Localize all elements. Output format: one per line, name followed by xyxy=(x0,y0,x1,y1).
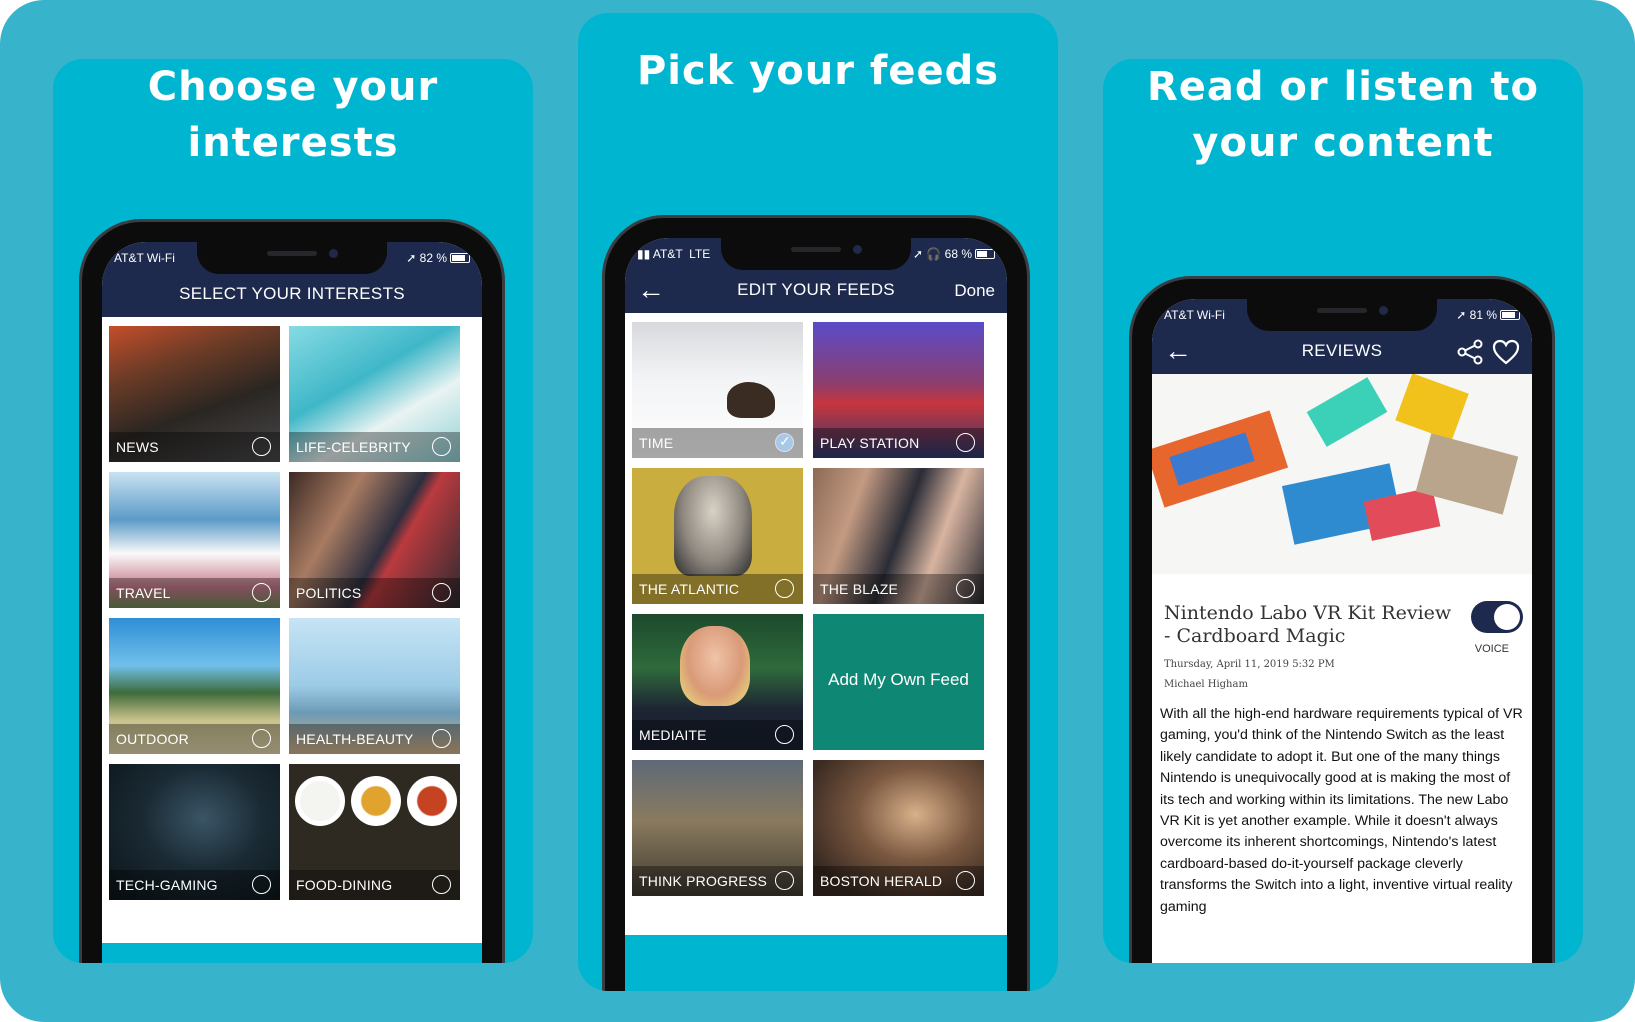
select-radio[interactable] xyxy=(775,871,794,890)
feed-tile-time[interactable]: TIME xyxy=(632,322,803,458)
select-radio[interactable] xyxy=(775,579,794,598)
select-radio[interactable] xyxy=(252,437,271,456)
panel-title-line-1: Pick your feeds xyxy=(636,48,1000,94)
battery-icon xyxy=(975,249,995,259)
phone-frame: AT&T Wi-Fi ➚ 82 % SELECT YOUR INTERESTS … xyxy=(79,219,505,963)
screen-bottom xyxy=(625,935,1007,991)
select-radio[interactable] xyxy=(252,875,271,894)
battery-status: ➚ 82 % xyxy=(406,251,470,265)
interest-tile-politics[interactable]: POLITICS xyxy=(289,472,460,608)
battery-icon xyxy=(1500,310,1520,320)
feed-tile-mediaite[interactable]: MEDIAITE xyxy=(632,614,803,750)
article-title: Nintendo Labo VR Kit Review - Cardboard … xyxy=(1164,602,1452,647)
select-radio[interactable] xyxy=(956,871,975,890)
select-radio[interactable] xyxy=(252,729,271,748)
favorite-heart-icon[interactable] xyxy=(1492,339,1520,365)
share-icon[interactable] xyxy=(1456,339,1484,365)
interest-tile-tech-gaming[interactable]: TECH-GAMING xyxy=(109,764,280,900)
select-radio[interactable] xyxy=(252,583,271,602)
tile-label: THE BLAZE xyxy=(820,581,899,597)
nav-bar: ← EDIT YOUR FEEDS Done xyxy=(625,268,1007,313)
battery-status: ➚ 🎧 68 % xyxy=(913,247,995,261)
add-own-feed-button[interactable]: Add My Own Feed xyxy=(813,614,984,750)
promo-panel-read-listen: Read or listen to your content AT&T Wi-F… xyxy=(1103,59,1583,963)
interest-tile-life-celebrity[interactable]: LIFE-CELEBRITY xyxy=(289,326,460,462)
article-date: Thursday, April 11, 2019 5:32 PM xyxy=(1164,659,1335,670)
tile-label: THINK PROGRESS xyxy=(639,873,768,889)
panel-title-line-1: Read or listen to xyxy=(1146,64,1540,110)
nav-bar: SELECT YOUR INTERESTS xyxy=(102,272,482,317)
panel-title-line-2: your content xyxy=(1192,120,1494,166)
tile-label: POLITICS xyxy=(296,585,362,601)
phone-screen: AT&T Wi-Fi ➚ 81 % ← REVIEWS Nintendo Lab… xyxy=(1152,299,1532,963)
article-hero-image xyxy=(1152,374,1532,574)
notch xyxy=(197,242,387,274)
select-radio[interactable] xyxy=(775,725,794,744)
screen-bottom xyxy=(102,943,482,963)
tile-label: TRAVEL xyxy=(116,585,171,601)
battery-status: ➚ 81 % xyxy=(1456,308,1520,322)
battery-icon xyxy=(450,253,470,263)
phone-frame: AT&T Wi-Fi ➚ 81 % ← REVIEWS Nintendo Lab… xyxy=(1129,276,1555,963)
tile-label: NEWS xyxy=(116,439,159,455)
feed-tile-think-progress[interactable]: THINK PROGRESS xyxy=(632,760,803,896)
done-button[interactable]: Done xyxy=(954,281,995,301)
article-body: With all the high-end hardware requireme… xyxy=(1160,706,1523,915)
carrier-label: AT&T Wi-Fi xyxy=(114,251,175,265)
feed-tile-boston-herald[interactable]: BOSTON HERALD xyxy=(813,760,984,896)
notch xyxy=(721,238,911,270)
article-author: Michael Higham xyxy=(1164,679,1248,690)
tile-label: TIME xyxy=(639,435,674,451)
app-store-promo-canvas: Choose your interests AT&T Wi-Fi ➚ 82 % … xyxy=(0,0,1635,1022)
phone-frame: ▮▮ AT&T LTE ➚ 🎧 68 % ← EDIT YOUR FEEDS D… xyxy=(602,215,1030,991)
interest-tile-health-beauty[interactable]: HEALTH-BEAUTY xyxy=(289,618,460,754)
carrier-label: AT&T Wi-Fi xyxy=(1164,308,1225,322)
feed-tile-the-atlantic[interactable]: THE ATLANTIC xyxy=(632,468,803,604)
interest-tile-news[interactable]: NEWS xyxy=(109,326,280,462)
tile-label: FOOD-DINING xyxy=(296,877,393,893)
interest-tile-outdoor[interactable]: OUTDOOR xyxy=(109,618,280,754)
panel-title: Pick your feeds xyxy=(578,43,1058,99)
nav-title: SELECT YOUR INTERESTS xyxy=(179,284,405,303)
tile-label: PLAY STATION xyxy=(820,435,920,451)
phone-screen: AT&T Wi-Fi ➚ 82 % SELECT YOUR INTERESTS … xyxy=(102,242,482,963)
interest-tile-travel[interactable]: TRAVEL xyxy=(109,472,280,608)
tile-label: LIFE-CELEBRITY xyxy=(296,439,411,455)
promo-panel-interests: Choose your interests AT&T Wi-Fi ➚ 82 % … xyxy=(53,59,533,963)
select-radio[interactable] xyxy=(432,875,451,894)
carrier-label: ▮▮ AT&T LTE xyxy=(637,247,711,261)
panel-title: Choose your interests xyxy=(53,59,533,171)
notch xyxy=(1247,299,1437,331)
nav-title: EDIT YOUR FEEDS xyxy=(737,280,895,299)
feed-tile-play-station[interactable]: PLAY STATION xyxy=(813,322,984,458)
tile-label: OUTDOOR xyxy=(116,731,189,747)
nav-bar: ← REVIEWS xyxy=(1152,329,1532,374)
phone-screen: ▮▮ AT&T LTE ➚ 🎧 68 % ← EDIT YOUR FEEDS D… xyxy=(625,238,1007,991)
promo-panel-feeds: Pick your feeds ▮▮ AT&T LTE ➚ 🎧 68 % ← E… xyxy=(578,13,1058,991)
voice-label: VOICE xyxy=(1474,643,1509,655)
feed-tile-the-blaze[interactable]: THE BLAZE xyxy=(813,468,984,604)
select-radio[interactable] xyxy=(432,583,451,602)
panel-title-line-1: Choose your xyxy=(147,64,439,110)
add-feed-label: Add My Own Feed xyxy=(828,670,969,689)
tile-label: TECH-GAMING xyxy=(116,877,218,893)
tile-label: THE ATLANTIC xyxy=(639,581,740,597)
select-radio[interactable] xyxy=(432,729,451,748)
panel-title-line-2: interests xyxy=(187,120,399,166)
select-radio[interactable] xyxy=(432,437,451,456)
panel-title: Read or listen to your content xyxy=(1103,59,1583,171)
tile-label: MEDIAITE xyxy=(639,727,707,743)
interest-tile-food-dining[interactable]: FOOD-DINING xyxy=(289,764,460,900)
select-radio[interactable] xyxy=(956,433,975,452)
tile-label: BOSTON HERALD xyxy=(820,873,943,889)
tile-label: HEALTH-BEAUTY xyxy=(296,731,414,747)
selected-check-icon[interactable] xyxy=(775,433,794,452)
voice-toggle[interactable] xyxy=(1471,601,1523,633)
select-radio[interactable] xyxy=(956,579,975,598)
